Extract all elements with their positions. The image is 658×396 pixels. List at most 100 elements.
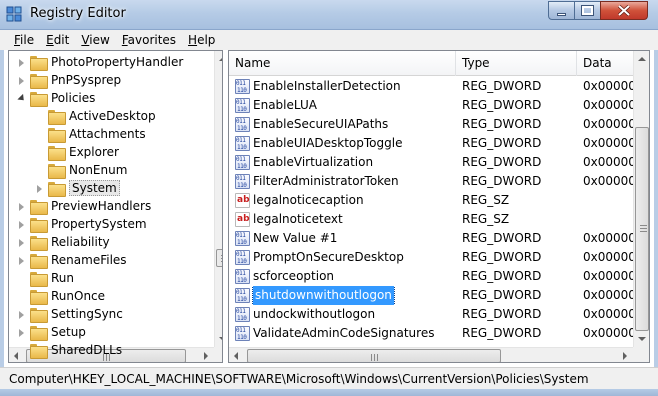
registry-value-row[interactable]: EnableUIADesktopToggle REG_DWORD 0x000000	[229, 134, 633, 153]
tree-item-activedesktop[interactable]: ActiveDesktop	[35, 107, 156, 125]
tree-item-setup[interactable]: Setup	[17, 323, 86, 341]
scroll-right-arrow-icon[interactable]	[617, 348, 633, 362]
registry-value-row[interactable]: undockwithoutlogon REG_DWORD 0x000000	[229, 305, 633, 324]
tree-item-renamefiles[interactable]: RenameFiles	[17, 251, 127, 269]
registry-value-row[interactable]: EnableLUA REG_DWORD 0x000000	[229, 96, 633, 115]
expand-arrow-icon[interactable]	[17, 58, 26, 67]
tree-item-nonenum[interactable]: NonEnum	[35, 161, 127, 179]
list-scroll-thumb[interactable]	[635, 127, 649, 331]
string-value-icon	[235, 193, 250, 208]
tree-item-pnpsysprep[interactable]: PnPSysprep	[17, 71, 121, 89]
scroll-up-arrow-icon[interactable]	[215, 51, 222, 67]
tree-item-label: Explorer	[69, 145, 119, 159]
value-type: REG_SZ	[462, 212, 510, 226]
value-type: REG_SZ	[462, 193, 510, 207]
value-name: PromptOnSecureDesktop	[253, 250, 404, 264]
registry-value-row[interactable]: EnableSecureUIAPaths REG_DWORD 0x000000	[229, 115, 633, 134]
folder-icon	[48, 109, 66, 125]
value-name-cell: EnableUIADesktopToggle	[235, 134, 459, 153]
tree-item-reliability[interactable]: Reliability	[17, 233, 110, 251]
folder-icon	[30, 271, 48, 287]
value-name: legalnoticecaption	[253, 193, 364, 207]
tree-item-policies[interactable]: Policies	[17, 89, 95, 107]
scroll-right-arrow-icon[interactable]	[198, 348, 214, 362]
tree-item-label: PreviewHandlers	[51, 199, 152, 213]
tree-vertical-scrollbar[interactable]	[214, 51, 222, 347]
column-header-type[interactable]: Type	[456, 51, 577, 76]
registry-value-row[interactable]: shutdownwithoutlogon REG_DWORD 0x000000	[229, 286, 633, 305]
registry-value-row[interactable]: FilterAdministratorToken REG_DWORD 0x00000…	[229, 172, 633, 191]
list-horizontal-scrollbar[interactable]	[229, 347, 633, 362]
value-name: EnableInstallerDetection	[253, 79, 401, 93]
scroll-corner	[214, 347, 222, 362]
list-vertical-scrollbar[interactable]	[633, 51, 649, 347]
registry-value-row[interactable]: ValidateAdminCodeSignatures REG_DWORD 0x00…	[229, 324, 633, 343]
registry-value-row[interactable]: New Value #1 REG_DWORD 0x000000	[229, 229, 633, 248]
key-tree-pane[interactable]: PhotoPropertyHandler PnPSysprep Policies Ac…	[8, 50, 223, 363]
expand-arrow-icon[interactable]	[17, 202, 26, 211]
column-header-name[interactable]: Name	[229, 51, 456, 76]
window-frame-right	[654, 30, 658, 367]
menu-file[interactable]: File	[8, 33, 40, 47]
tree-item-photopropertyhandler[interactable]: PhotoPropertyHandler	[17, 53, 183, 71]
folder-icon	[48, 181, 66, 197]
registry-value-row[interactable]: legalnoticecaption REG_SZ	[229, 191, 633, 210]
expand-arrow-icon[interactable]	[17, 310, 26, 319]
values-list-pane[interactable]: Name Type Data EnableInstallerDetection R…	[228, 50, 650, 363]
folder-icon	[30, 55, 48, 71]
value-name-cell: undockwithoutlogon	[235, 305, 459, 324]
list-header: Name Type Data	[229, 51, 649, 76]
registry-value-row[interactable]: EnableInstallerDetection REG_DWORD 0x00000…	[229, 77, 633, 96]
tree-item-attachments[interactable]: Attachments	[35, 125, 146, 143]
expand-arrow-icon[interactable]	[17, 238, 26, 247]
registry-value-row[interactable]: legalnoticetext REG_SZ	[229, 210, 633, 229]
expand-arrow-icon[interactable]	[17, 220, 26, 229]
tree-scroll-thumb[interactable]	[216, 249, 222, 267]
tree-item-previewhandlers[interactable]: PreviewHandlers	[17, 197, 151, 215]
registry-value-row[interactable]: PromptOnSecureDesktop REG_DWORD 0x000000	[229, 248, 633, 267]
tree-item-label: ActiveDesktop	[69, 109, 156, 123]
value-type: REG_DWORD	[462, 288, 542, 302]
title-bar[interactable]: Registry Editor	[0, 0, 658, 30]
binary-value-icon	[235, 326, 250, 341]
tree-item-shareddlls[interactable]: SharedDLLs	[17, 341, 122, 359]
list-hscroll-thumb[interactable]	[247, 349, 501, 362]
expand-arrow-icon[interactable]	[17, 328, 26, 337]
tree-item-settingsync[interactable]: SettingSync	[17, 305, 123, 323]
tree-item-explorer[interactable]: Explorer	[35, 143, 119, 161]
folder-icon	[30, 91, 48, 107]
menu-favorites[interactable]: Favorites	[116, 33, 182, 47]
expand-arrow-icon[interactable]	[17, 256, 26, 265]
expand-arrow-icon[interactable]	[17, 76, 26, 85]
value-name-cell: legalnoticetext	[235, 210, 459, 229]
menu-edit[interactable]: Edit	[40, 33, 75, 47]
binary-value-icon	[235, 288, 250, 303]
tree-item-label: Run	[51, 271, 75, 285]
value-data	[583, 210, 633, 229]
value-name-cell: shutdownwithoutlogon	[235, 286, 459, 305]
menu-help[interactable]: Help	[182, 33, 221, 47]
expand-arrow-icon[interactable]	[35, 184, 44, 193]
maximize-button[interactable]	[574, 1, 601, 20]
tree-item-system[interactable]: System	[35, 179, 120, 197]
registry-value-row[interactable]: scforceoption REG_DWORD 0x000000	[229, 267, 633, 286]
tree-item-runonce[interactable]: RunOnce	[17, 287, 105, 305]
value-type: REG_DWORD	[462, 79, 542, 93]
tree-item-run[interactable]: Run	[17, 269, 74, 287]
registry-value-row[interactable]: EnableVirtualization REG_DWORD 0x000000	[229, 153, 633, 172]
minimize-button[interactable]	[548, 1, 575, 20]
menu-view[interactable]: View	[75, 33, 115, 47]
scroll-down-arrow-icon[interactable]	[634, 331, 649, 347]
close-button[interactable]	[600, 1, 648, 20]
scroll-up-arrow-icon[interactable]	[634, 51, 649, 67]
close-icon	[618, 5, 630, 16]
scroll-down-arrow-icon[interactable]	[215, 331, 222, 347]
tree-item-propertysystem[interactable]: PropertySystem	[17, 215, 147, 233]
maximize-icon	[581, 5, 594, 16]
scroll-corner	[633, 347, 649, 362]
expand-arrow-icon[interactable]	[17, 94, 26, 103]
scroll-left-arrow-icon[interactable]	[229, 348, 245, 362]
value-type: REG_DWORD	[462, 98, 542, 112]
